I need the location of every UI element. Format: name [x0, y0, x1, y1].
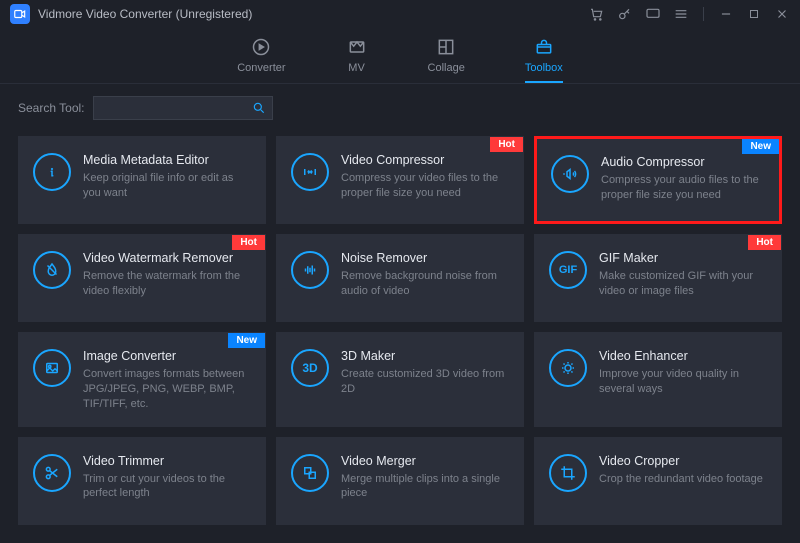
tool-video-cropper[interactable]: Video Cropper Crop the redundant video f… [534, 437, 782, 525]
hot-badge: Hot [490, 137, 523, 152]
main-nav: Converter MV Collage Toolbox [0, 28, 800, 84]
noise-icon [291, 251, 329, 289]
tool-media-metadata-editor[interactable]: Media Metadata Editor Keep original file… [18, 136, 266, 224]
key-icon[interactable] [617, 6, 633, 22]
new-badge: New [228, 333, 265, 348]
search-icon[interactable] [252, 101, 266, 118]
tool-desc: Compress your video files to the proper … [341, 171, 509, 201]
tool-image-converter[interactable]: New Image Converter Convert images forma… [18, 332, 266, 427]
converter-icon [250, 36, 272, 58]
titlebar: Vidmore Video Converter (Unregistered) [0, 0, 800, 28]
tab-mv[interactable]: MV [346, 36, 368, 83]
hot-badge: Hot [232, 235, 265, 250]
tool-video-compressor[interactable]: Hot Video Compressor Compress your video… [276, 136, 524, 224]
tool-video-merger[interactable]: Video Merger Merge multiple clips into a… [276, 437, 524, 525]
tool-title: Video Watermark Remover [83, 251, 251, 265]
tool-video-enhancer[interactable]: Video Enhancer Improve your video qualit… [534, 332, 782, 427]
tool-title: Audio Compressor [601, 155, 765, 169]
tool-title: Video Trimmer [83, 454, 251, 468]
image-convert-icon [33, 349, 71, 387]
tool-3d-maker[interactable]: 3D 3D Maker Create customized 3D video f… [276, 332, 524, 427]
tool-desc: Trim or cut your videos to the perfect l… [83, 472, 251, 502]
tool-title: 3D Maker [341, 349, 509, 363]
tool-title: GIF Maker [599, 251, 767, 265]
merge-icon [291, 454, 329, 492]
hot-badge: Hot [748, 235, 781, 250]
tool-grid: Media Metadata Editor Keep original file… [18, 136, 782, 525]
toolbox-icon [533, 36, 555, 58]
tool-title: Video Merger [341, 454, 509, 468]
tool-desc: Crop the redundant video footage [599, 472, 767, 487]
tool-desc: Improve your video quality in several wa… [599, 367, 767, 397]
tool-desc: Merge multiple clips into a single piece [341, 472, 509, 502]
crop-icon [549, 454, 587, 492]
minimize-icon[interactable] [718, 6, 734, 22]
tool-desc: Convert images formats between JPG/JPEG,… [83, 367, 251, 412]
separator [703, 7, 704, 21]
tool-desc: Create customized 3D video from 2D [341, 367, 509, 397]
gif-icon: GIF [549, 251, 587, 289]
maximize-icon[interactable] [746, 6, 762, 22]
new-badge: New [742, 139, 779, 154]
tool-title: Video Cropper [599, 454, 767, 468]
tool-title: Video Compressor [341, 153, 509, 167]
tool-title: Noise Remover [341, 251, 509, 265]
search-row: Search Tool: [18, 96, 782, 120]
mv-icon [346, 36, 368, 58]
close-icon[interactable] [774, 6, 790, 22]
tab-collage[interactable]: Collage [428, 36, 465, 83]
enhance-icon [549, 349, 587, 387]
cart-icon[interactable] [589, 6, 605, 22]
search-box[interactable] [93, 96, 273, 120]
tool-video-trimmer[interactable]: Video Trimmer Trim or cut your videos to… [18, 437, 266, 525]
tool-title: Media Metadata Editor [83, 153, 251, 167]
threed-icon: 3D [291, 349, 329, 387]
watermark-icon [33, 251, 71, 289]
tool-desc: Keep original file info or edit as you w… [83, 171, 251, 201]
tool-gif-maker[interactable]: Hot GIF GIF Maker Make customized GIF wi… [534, 234, 782, 322]
collage-icon [435, 36, 457, 58]
tool-noise-remover[interactable]: Noise Remover Remove background noise fr… [276, 234, 524, 322]
tool-title: Image Converter [83, 349, 251, 363]
tool-video-watermark-remover[interactable]: Hot Video Watermark Remover Remove the w… [18, 234, 266, 322]
tool-desc: Compress your audio files to the proper … [601, 173, 765, 203]
tool-desc: Remove the watermark from the video flex… [83, 269, 251, 299]
tool-desc: Remove background noise from audio of vi… [341, 269, 509, 299]
search-label: Search Tool: [18, 101, 85, 115]
feedback-icon[interactable] [645, 6, 661, 22]
compress-icon [291, 153, 329, 191]
tab-toolbox[interactable]: Toolbox [525, 36, 563, 83]
app-title: Vidmore Video Converter (Unregistered) [38, 7, 252, 21]
info-icon [33, 153, 71, 191]
tool-desc: Make customized GIF with your video or i… [599, 269, 767, 299]
tool-audio-compressor[interactable]: New Audio Compressor Compress your audio… [534, 136, 782, 224]
audio-compress-icon [551, 155, 589, 193]
app-logo-icon [10, 4, 30, 24]
tool-title: Video Enhancer [599, 349, 767, 363]
scissors-icon [33, 454, 71, 492]
tab-converter[interactable]: Converter [237, 36, 285, 83]
menu-icon[interactable] [673, 6, 689, 22]
